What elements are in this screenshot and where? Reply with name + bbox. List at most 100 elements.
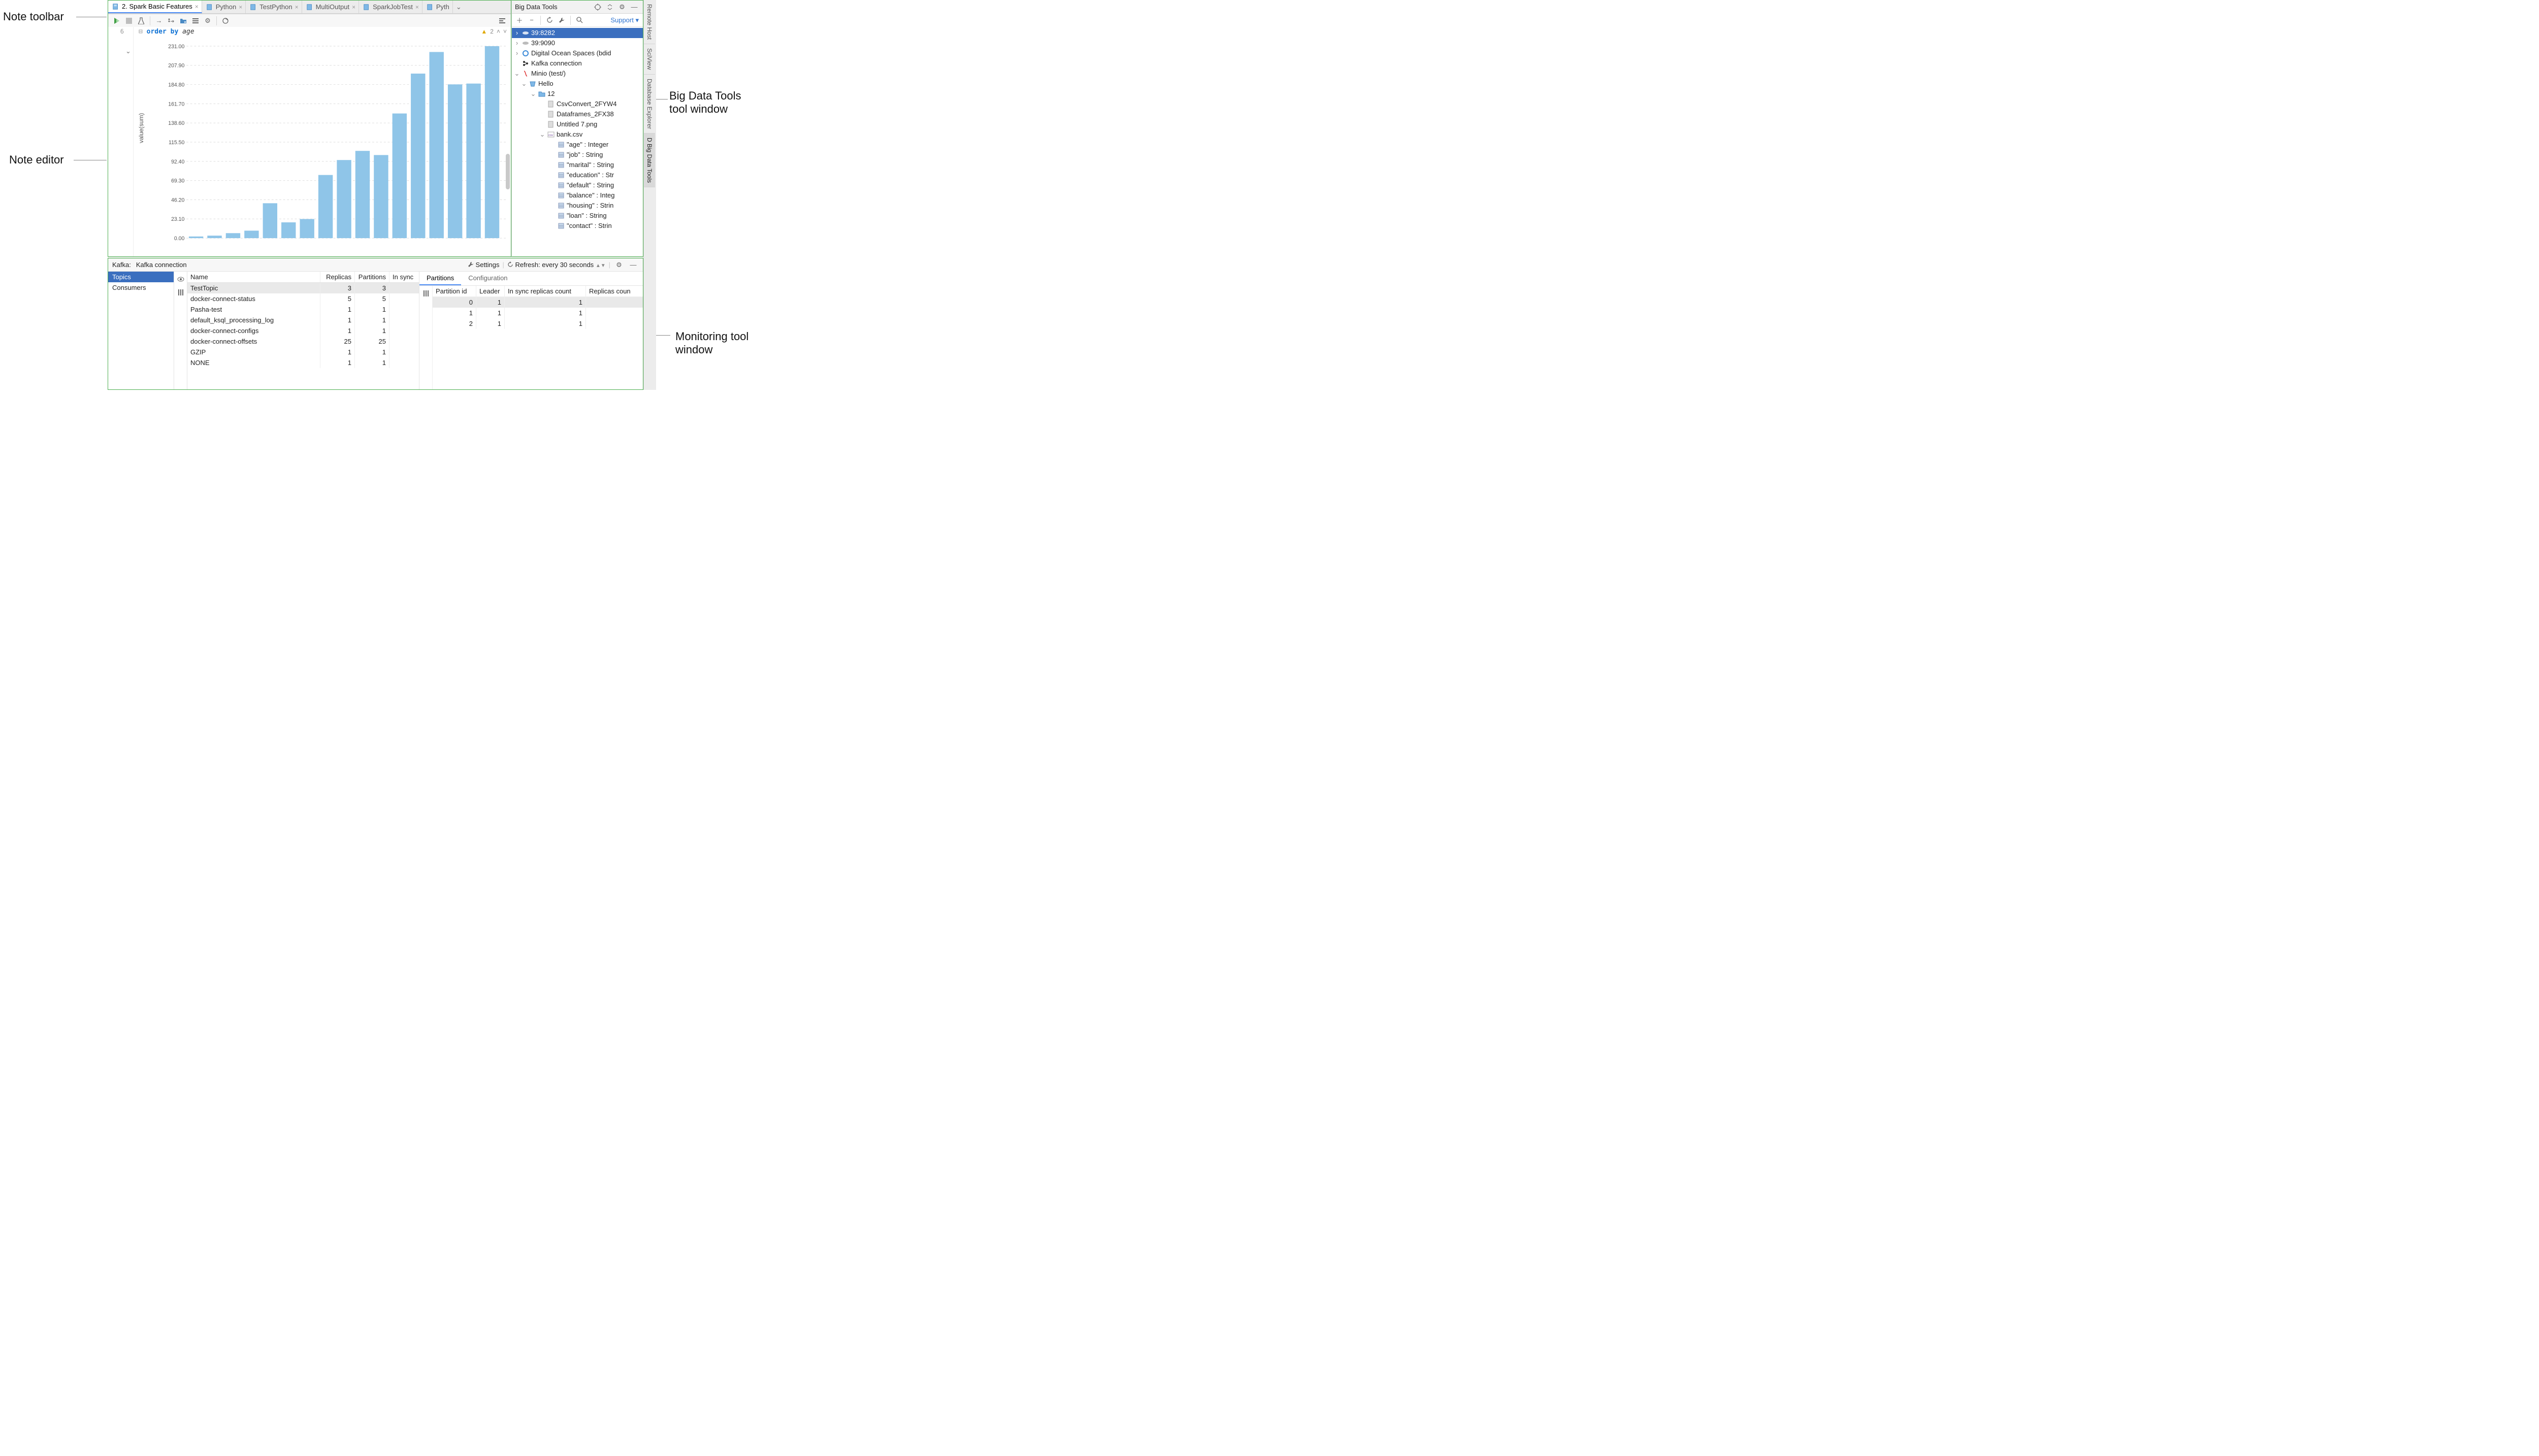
- tree-column[interactable]: "marital" : String: [512, 160, 643, 170]
- collapse-icon[interactable]: [604, 2, 615, 13]
- search-icon[interactable]: [574, 15, 585, 26]
- close-icon[interactable]: ×: [415, 4, 419, 11]
- tree-column[interactable]: "education" : Str: [512, 170, 643, 180]
- tab-testpython[interactable]: TestPython ×: [246, 1, 302, 13]
- col-insync-count[interactable]: In sync replicas count: [505, 286, 586, 296]
- tree-node-minio[interactable]: ⌄ Minio (test/): [512, 69, 643, 79]
- tab-pyth[interactable]: Pyth: [422, 1, 453, 13]
- hide-icon[interactable]: —: [629, 2, 640, 13]
- close-icon[interactable]: ×: [295, 4, 299, 11]
- table-row[interactable]: docker-connect-configs11: [187, 325, 419, 336]
- refresh-icon[interactable]: [544, 15, 555, 26]
- collapse-icon[interactable]: ⌄: [521, 79, 527, 89]
- table-row[interactable]: 011: [433, 297, 643, 308]
- flask-icon[interactable]: [136, 15, 147, 26]
- tab-python[interactable]: Python ×: [202, 1, 246, 13]
- hide-icon[interactable]: —: [628, 259, 639, 271]
- tree-node-hello[interactable]: ⌄ Hello: [512, 79, 643, 89]
- gear-icon[interactable]: ⚙: [616, 2, 628, 13]
- run-all-icon[interactable]: [111, 15, 122, 26]
- collapse-icon[interactable]: ⌄: [530, 89, 536, 99]
- tree-node-file[interactable]: Dataframes_2FX38: [512, 109, 643, 119]
- expand-icon[interactable]: ›: [514, 48, 520, 58]
- refresh-zeppelin-icon[interactable]: [220, 15, 231, 26]
- collapse-icon[interactable]: ⌄: [539, 129, 545, 140]
- folder-icon[interactable]: [178, 15, 189, 26]
- sidetab-remote-host[interactable]: Remote Host: [644, 0, 655, 44]
- collapse-icon[interactable]: ⌄: [514, 69, 520, 79]
- inspection-badge[interactable]: ▲ 2 ˄ ˅: [481, 28, 507, 35]
- arrow-right-icon[interactable]: →: [153, 15, 165, 26]
- tree-node-csv[interactable]: ⌄ csv bank.csv: [512, 129, 643, 140]
- stop-icon[interactable]: [123, 15, 135, 26]
- sidetab-sciview[interactable]: SciView: [644, 44, 655, 74]
- tab-partitions[interactable]: Partitions: [419, 272, 461, 285]
- table-row[interactable]: GZIP11: [187, 347, 419, 357]
- tabs-overflow-chevron[interactable]: ⌄: [453, 3, 465, 11]
- sidetab-database[interactable]: Database Explorer: [644, 75, 655, 134]
- scrollbar[interactable]: [506, 154, 510, 189]
- code-line[interactable]: ⊟ order by age: [139, 28, 194, 36]
- tree-column[interactable]: "default" : String: [512, 180, 643, 190]
- close-icon[interactable]: ×: [352, 4, 355, 11]
- tree-node-kafka[interactable]: Kafka connection: [512, 58, 643, 69]
- down-icon[interactable]: ˅: [503, 28, 507, 35]
- columns-icon[interactable]: [420, 288, 432, 299]
- table-row[interactable]: TestTopic33: [187, 283, 419, 293]
- step-icon[interactable]: [166, 15, 177, 26]
- tab-sparkjobtest[interactable]: SparkJobTest ×: [359, 1, 422, 13]
- nav-topics[interactable]: Topics: [108, 272, 174, 282]
- tree-node-spark[interactable]: › 39:8282: [512, 28, 643, 38]
- col-replicas[interactable]: Replicas: [320, 272, 355, 282]
- close-icon[interactable]: ×: [195, 3, 199, 10]
- remove-icon[interactable]: −: [526, 15, 537, 26]
- kafka-connection-selector[interactable]: Kafka connection: [136, 261, 187, 269]
- eye-icon[interactable]: [175, 274, 186, 285]
- tree-column[interactable]: "job" : String: [512, 150, 643, 160]
- columns-icon[interactable]: [175, 287, 186, 298]
- col-insync[interactable]: In sync: [389, 272, 419, 282]
- target-icon[interactable]: [592, 2, 603, 13]
- gear-icon[interactable]: ⚙: [613, 259, 625, 271]
- up-icon[interactable]: ˄: [497, 28, 500, 35]
- list-icon[interactable]: [190, 15, 201, 26]
- tree-column[interactable]: "age" : Integer: [512, 140, 643, 150]
- tab-spark-basic[interactable]: 2. Spark Basic Features ×: [108, 1, 202, 13]
- tree-column[interactable]: "balance" : Integ: [512, 190, 643, 201]
- table-row[interactable]: docker-connect-status55: [187, 293, 419, 304]
- tree-column[interactable]: "contact" : Strin: [512, 221, 643, 231]
- layout-icon[interactable]: [497, 15, 508, 26]
- table-row[interactable]: 111: [433, 308, 643, 318]
- tree-column[interactable]: "housing" : Strin: [512, 201, 643, 211]
- tree-node-12[interactable]: ⌄ 12: [512, 89, 643, 99]
- refresh-button[interactable]: Refresh: every 30 seconds ▲▼: [507, 261, 606, 269]
- table-row[interactable]: default_ksql_processing_log11: [187, 315, 419, 325]
- tree-node-file[interactable]: Untitled 7.png: [512, 119, 643, 129]
- col-name[interactable]: Name: [187, 272, 320, 282]
- tree-node-do[interactable]: › Digital Ocean Spaces (bdid: [512, 48, 643, 58]
- wrench-icon[interactable]: [556, 15, 567, 26]
- tree-node-file[interactable]: CsvConvert_2FYW4: [512, 99, 643, 109]
- expand-icon[interactable]: ›: [514, 38, 520, 48]
- nav-consumers[interactable]: Consumers: [108, 282, 174, 293]
- col-partition-id[interactable]: Partition id: [433, 286, 476, 296]
- col-partitions[interactable]: Partitions: [355, 272, 389, 282]
- fold-chevron-icon[interactable]: ⌄: [125, 47, 131, 55]
- settings-button[interactable]: Settings: [468, 261, 500, 269]
- add-icon[interactable]: ＋: [514, 15, 525, 26]
- tab-multioutput[interactable]: MultiOutput ×: [302, 1, 360, 13]
- tab-configuration[interactable]: Configuration: [461, 272, 514, 285]
- sidetab-bigdata[interactable]: D Big Data Tools: [644, 134, 655, 187]
- tree-column[interactable]: "loan" : String: [512, 211, 643, 221]
- table-row[interactable]: NONE11: [187, 357, 419, 368]
- table-row[interactable]: Pasha-test11: [187, 304, 419, 315]
- support-link[interactable]: Support ▾: [610, 16, 641, 24]
- tree-node-spark2[interactable]: › 39:9090: [512, 38, 643, 48]
- table-row[interactable]: docker-connect-offsets2525: [187, 336, 419, 347]
- expand-icon[interactable]: ›: [514, 28, 520, 38]
- close-icon[interactable]: ×: [239, 4, 242, 11]
- col-replicas-count[interactable]: Replicas coun: [586, 286, 642, 296]
- gear-icon[interactable]: ⚙: [202, 15, 213, 26]
- table-row[interactable]: 211: [433, 318, 643, 329]
- col-leader[interactable]: Leader: [476, 286, 505, 296]
